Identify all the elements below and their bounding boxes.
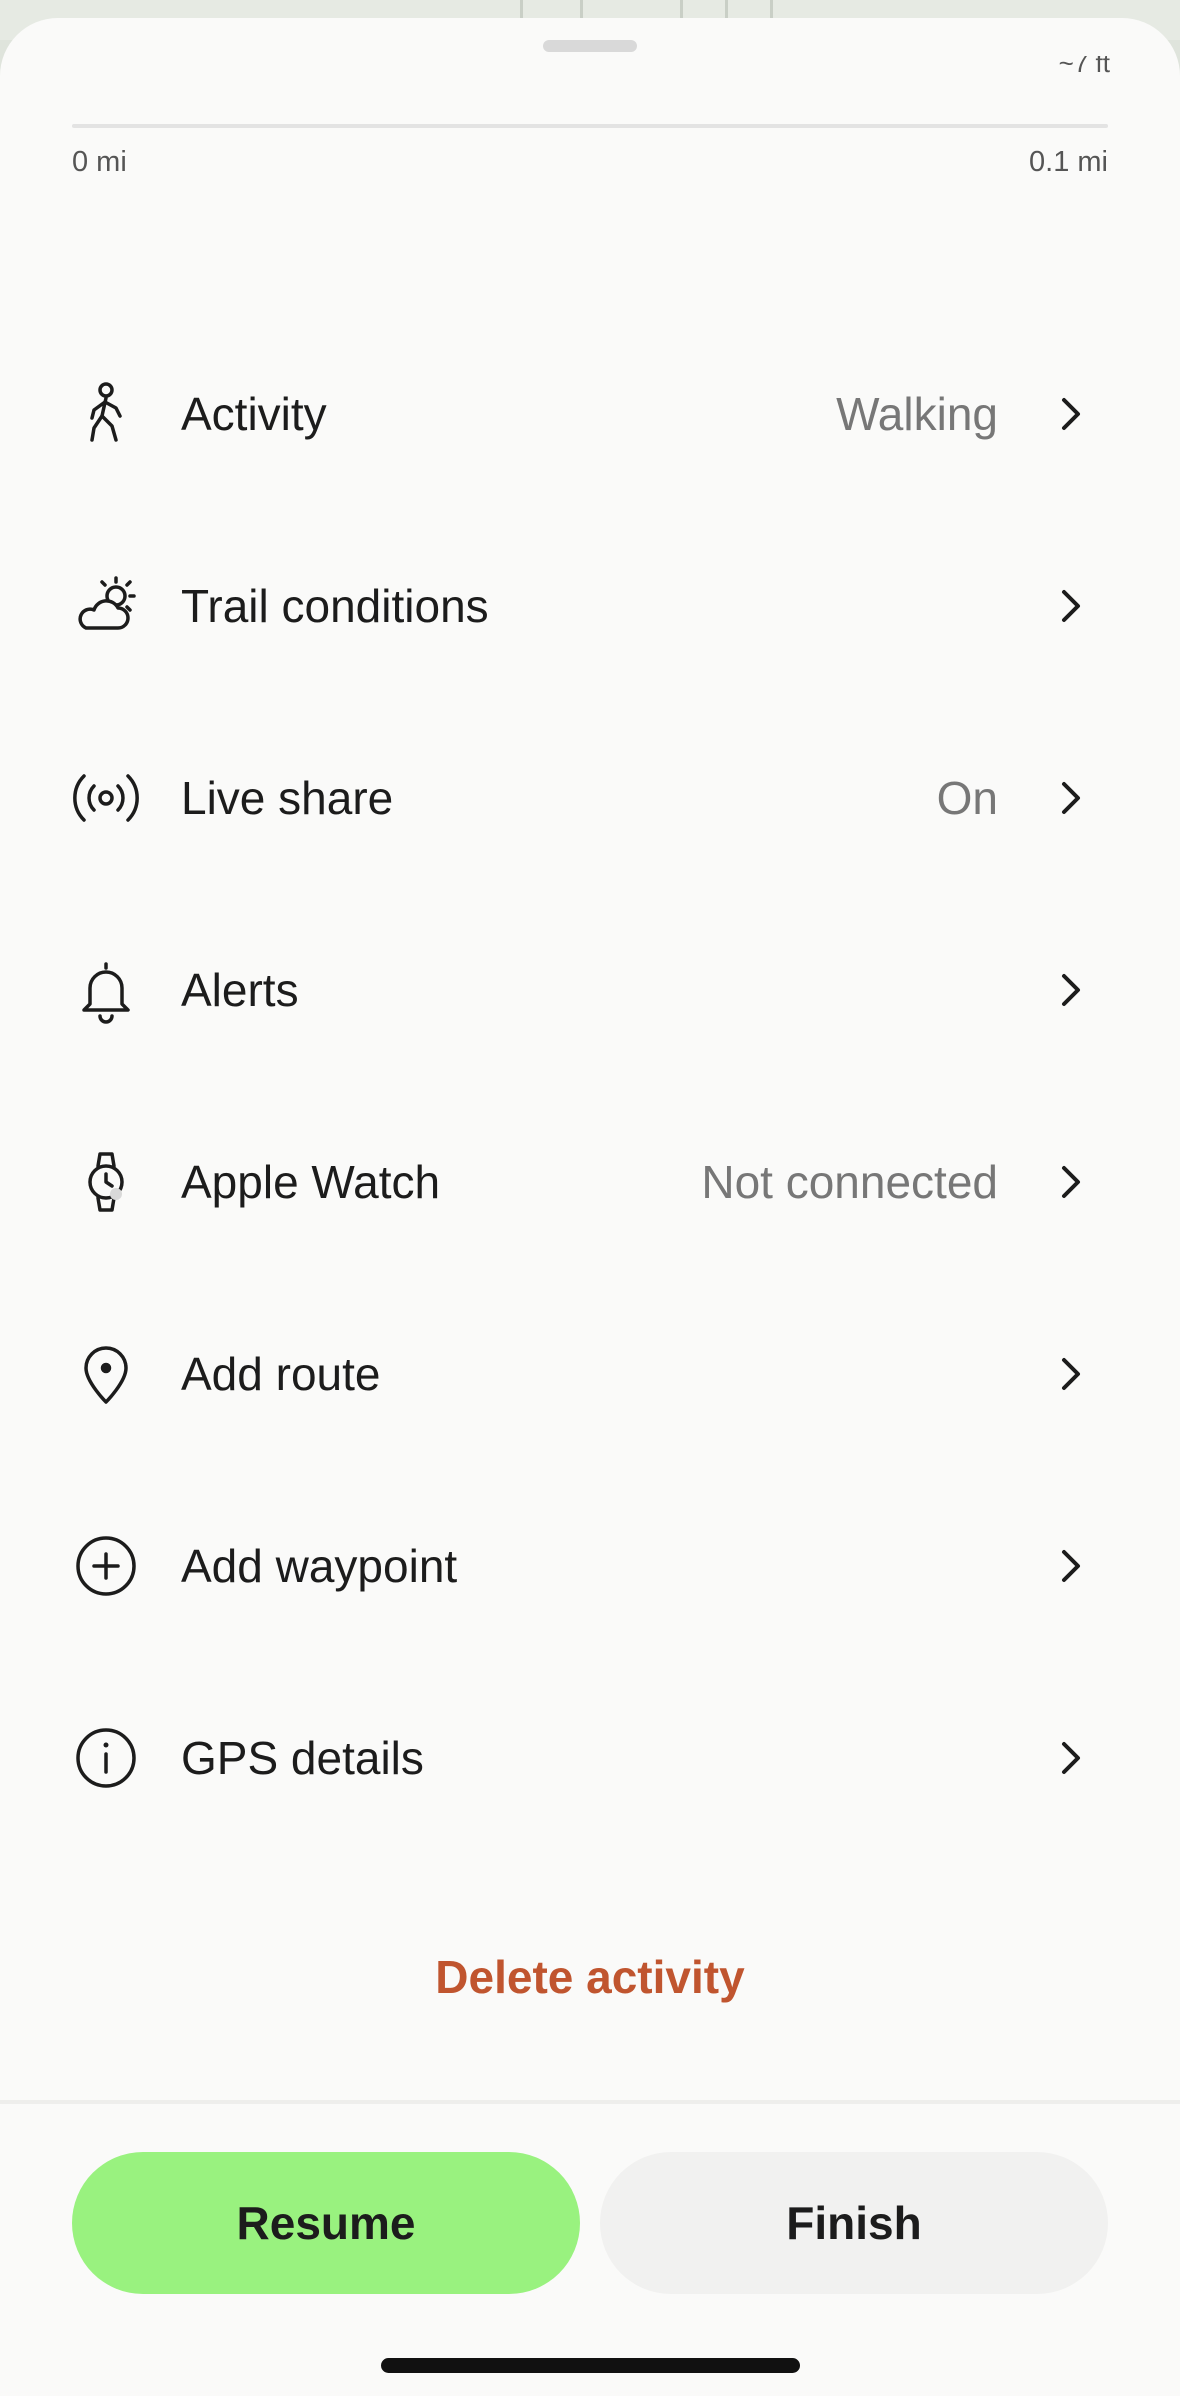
map-pin-icon — [72, 1340, 140, 1408]
menu-item-add-route[interactable]: Add route — [0, 1278, 1180, 1470]
elevation-axis-start: 0 mi — [72, 146, 127, 178]
activity-options-sheet: ~7 ft 0 mi 0.1 mi Activity Walking Trail… — [0, 18, 1180, 2396]
watch-icon — [72, 1148, 140, 1216]
chevron-right-icon — [1058, 1354, 1084, 1394]
menu-item-label: Live share — [181, 772, 394, 824]
chevron-right-icon — [1058, 1546, 1084, 1586]
menu-item-add-waypoint[interactable]: Add waypoint — [0, 1470, 1180, 1662]
footer-divider — [0, 2100, 1180, 2104]
walking-person-icon — [72, 380, 140, 448]
broadcast-icon — [72, 764, 140, 832]
menu-item-value: Not connected — [701, 1156, 998, 1208]
menu-item-label: Activity — [181, 388, 327, 440]
bell-icon — [72, 956, 140, 1024]
menu-item-label: Add waypoint — [181, 1540, 458, 1592]
menu-item-value: On — [936, 772, 998, 824]
home-indicator — [381, 2358, 800, 2373]
elevation-axis-end: 0.1 mi — [1029, 146, 1108, 178]
elevation-top-label: ~7 ft — [1058, 56, 1110, 76]
menu-item-live-share[interactable]: Live share On — [0, 702, 1180, 894]
menu-item-label: Trail conditions — [181, 580, 489, 632]
plus-circle-icon — [72, 1532, 140, 1600]
chevron-right-icon — [1058, 586, 1084, 626]
menu-item-alerts[interactable]: Alerts — [0, 894, 1180, 1086]
info-circle-icon — [72, 1724, 140, 1792]
menu-item-label: Apple Watch — [181, 1156, 441, 1208]
resume-button[interactable]: Resume — [72, 2152, 580, 2294]
chevron-right-icon — [1058, 1162, 1084, 1202]
menu-item-gps-details[interactable]: GPS details — [0, 1662, 1180, 1854]
menu-item-trail-conditions[interactable]: Trail conditions — [0, 510, 1180, 702]
menu-item-activity[interactable]: Activity Walking — [0, 318, 1180, 510]
menu-item-label: Add route — [181, 1348, 381, 1400]
menu-item-value: Walking — [836, 388, 998, 440]
options-menu: Activity Walking Trail conditions Live s… — [0, 318, 1180, 1854]
chevron-right-icon — [1058, 970, 1084, 1010]
partly-cloudy-icon — [72, 572, 140, 640]
delete-activity-button[interactable]: Delete activity — [0, 1950, 1180, 2004]
chevron-right-icon — [1058, 778, 1084, 818]
chevron-right-icon — [1058, 1738, 1084, 1778]
elevation-axis-line — [72, 124, 1108, 128]
finish-button[interactable]: Finish — [600, 2152, 1108, 2294]
sheet-grabber-handle[interactable] — [543, 40, 637, 52]
menu-item-label: GPS details — [181, 1732, 424, 1784]
chevron-right-icon — [1058, 394, 1084, 434]
menu-item-apple-watch[interactable]: Apple Watch Not connected — [0, 1086, 1180, 1278]
menu-item-label: Alerts — [181, 964, 299, 1016]
